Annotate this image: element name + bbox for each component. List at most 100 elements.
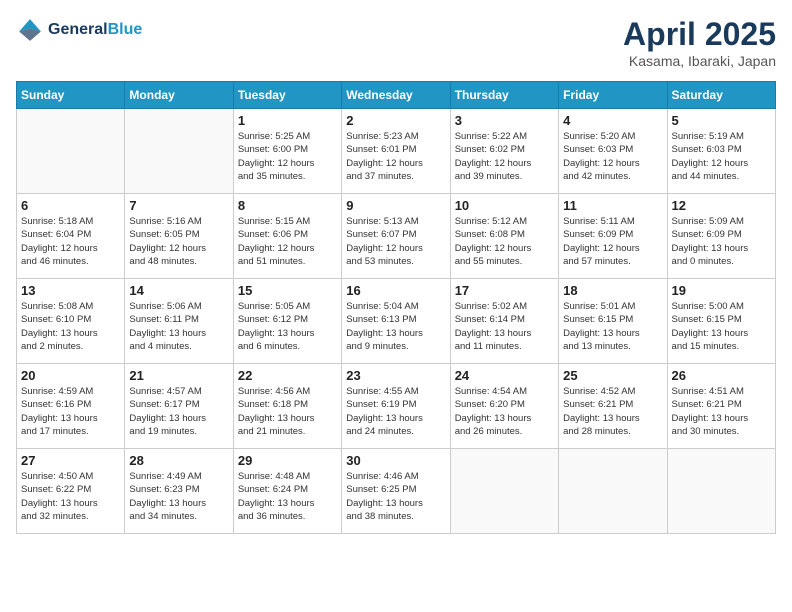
calendar-cell: 7 Sunrise: 5:16 AM Sunset: 6:05 PM Daylig… bbox=[125, 194, 233, 279]
weekday-header-tuesday: Tuesday bbox=[233, 82, 341, 109]
day-number: 16 bbox=[346, 283, 445, 298]
page-header: GeneralBlue April 2025 Kasama, Ibaraki, … bbox=[16, 16, 776, 69]
calendar-cell: 28Sunrise: 4:49 AM Sunset: 6:23 PM Dayli… bbox=[125, 449, 233, 534]
calendar-cell: 20 Sunrise: 4:59 AM Sunset: 6:16 PM Dayli… bbox=[17, 364, 125, 449]
calendar-cell: 17Sunrise: 5:02 AM Sunset: 6:14 PM Dayli… bbox=[450, 279, 558, 364]
calendar-cell: 29 Sunrise: 4:48 AM Sunset: 6:24 PM Dayli… bbox=[233, 449, 341, 534]
day-info: Sunrise: 5:04 AM Sunset: 6:13 PM Dayligh… bbox=[346, 300, 445, 353]
day-number: 14 bbox=[129, 283, 228, 298]
day-info: Sunrise: 5:01 AM Sunset: 6:15 PM Dayligh… bbox=[563, 300, 662, 353]
day-number: 25 bbox=[563, 368, 662, 383]
day-info: Sunrise: 4:52 AM Sunset: 6:21 PM Dayligh… bbox=[563, 385, 662, 438]
day-number: 15 bbox=[238, 283, 337, 298]
calendar-table: SundayMondayTuesdayWednesdayThursdayFrid… bbox=[16, 81, 776, 534]
day-number: 9 bbox=[346, 198, 445, 213]
day-number: 11 bbox=[563, 198, 662, 213]
day-info: Sunrise: 5:15 AM Sunset: 6:06 PM Dayligh… bbox=[238, 215, 337, 268]
calendar-cell: 21 Sunrise: 4:57 AM Sunset: 6:17 PM Dayli… bbox=[125, 364, 233, 449]
calendar-cell: 27Sunrise: 4:50 AM Sunset: 6:22 PM Dayli… bbox=[17, 449, 125, 534]
calendar-cell bbox=[450, 449, 558, 534]
day-info: Sunrise: 5:11 AM Sunset: 6:09 PM Dayligh… bbox=[563, 215, 662, 268]
day-number: 2 bbox=[346, 113, 445, 128]
week-row-4: 20 Sunrise: 4:59 AM Sunset: 6:16 PM Dayli… bbox=[17, 364, 776, 449]
calendar-cell: 3 Sunrise: 5:22 AM Sunset: 6:02 PM Daylig… bbox=[450, 109, 558, 194]
calendar-cell bbox=[125, 109, 233, 194]
month-title: April 2025 bbox=[623, 16, 776, 53]
day-number: 1 bbox=[238, 113, 337, 128]
day-number: 23 bbox=[346, 368, 445, 383]
calendar-cell: 11 Sunrise: 5:11 AM Sunset: 6:09 PM Dayli… bbox=[559, 194, 667, 279]
day-info: Sunrise: 4:54 AM Sunset: 6:20 PM Dayligh… bbox=[455, 385, 554, 438]
day-info: Sunrise: 4:46 AM Sunset: 6:25 PM Dayligh… bbox=[346, 470, 445, 523]
calendar-cell: 2 Sunrise: 5:23 AM Sunset: 6:01 PM Daylig… bbox=[342, 109, 450, 194]
calendar-cell bbox=[559, 449, 667, 534]
day-info: Sunrise: 5:06 AM Sunset: 6:11 PM Dayligh… bbox=[129, 300, 228, 353]
logo-icon bbox=[16, 16, 44, 44]
calendar-cell: 14 Sunrise: 5:06 AM Sunset: 6:11 PM Dayli… bbox=[125, 279, 233, 364]
calendar-cell: 25 Sunrise: 4:52 AM Sunset: 6:21 PM Dayli… bbox=[559, 364, 667, 449]
day-number: 3 bbox=[455, 113, 554, 128]
calendar-cell: 13 Sunrise: 5:08 AM Sunset: 6:10 PM Dayli… bbox=[17, 279, 125, 364]
day-info: Sunrise: 5:18 AM Sunset: 6:04 PM Dayligh… bbox=[21, 215, 120, 268]
weekday-header-sunday: Sunday bbox=[17, 82, 125, 109]
day-number: 20 bbox=[21, 368, 120, 383]
calendar-cell: 22Sunrise: 4:56 AM Sunset: 6:18 PM Dayli… bbox=[233, 364, 341, 449]
day-number: 8 bbox=[238, 198, 337, 213]
day-info: Sunrise: 4:48 AM Sunset: 6:24 PM Dayligh… bbox=[238, 470, 337, 523]
day-info: Sunrise: 5:22 AM Sunset: 6:02 PM Dayligh… bbox=[455, 130, 554, 183]
day-number: 21 bbox=[129, 368, 228, 383]
weekday-header-wednesday: Wednesday bbox=[342, 82, 450, 109]
calendar-cell: 6 Sunrise: 5:18 AM Sunset: 6:04 PM Daylig… bbox=[17, 194, 125, 279]
day-info: Sunrise: 5:16 AM Sunset: 6:05 PM Dayligh… bbox=[129, 215, 228, 268]
calendar-cell bbox=[667, 449, 775, 534]
calendar-cell: 4Sunrise: 5:20 AM Sunset: 6:03 PM Daylig… bbox=[559, 109, 667, 194]
day-number: 12 bbox=[672, 198, 771, 213]
calendar-cell: 18Sunrise: 5:01 AM Sunset: 6:15 PM Dayli… bbox=[559, 279, 667, 364]
calendar-cell: 10Sunrise: 5:12 AM Sunset: 6:08 PM Dayli… bbox=[450, 194, 558, 279]
day-info: Sunrise: 5:08 AM Sunset: 6:10 PM Dayligh… bbox=[21, 300, 120, 353]
day-number: 30 bbox=[346, 453, 445, 468]
day-info: Sunrise: 5:05 AM Sunset: 6:12 PM Dayligh… bbox=[238, 300, 337, 353]
logo-text: GeneralBlue bbox=[48, 21, 142, 39]
weekday-header-monday: Monday bbox=[125, 82, 233, 109]
day-number: 28 bbox=[129, 453, 228, 468]
calendar-cell: 23 Sunrise: 4:55 AM Sunset: 6:19 PM Dayli… bbox=[342, 364, 450, 449]
calendar-cell: 26Sunrise: 4:51 AM Sunset: 6:21 PM Dayli… bbox=[667, 364, 775, 449]
day-number: 7 bbox=[129, 198, 228, 213]
day-info: Sunrise: 5:02 AM Sunset: 6:14 PM Dayligh… bbox=[455, 300, 554, 353]
day-number: 27 bbox=[21, 453, 120, 468]
day-info: Sunrise: 5:13 AM Sunset: 6:07 PM Dayligh… bbox=[346, 215, 445, 268]
calendar-cell: 8 Sunrise: 5:15 AM Sunset: 6:06 PM Daylig… bbox=[233, 194, 341, 279]
title-block: April 2025 Kasama, Ibaraki, Japan bbox=[623, 16, 776, 69]
week-row-1: 1 Sunrise: 5:25 AM Sunset: 6:00 PM Daylig… bbox=[17, 109, 776, 194]
day-number: 4 bbox=[563, 113, 662, 128]
weekday-header-saturday: Saturday bbox=[667, 82, 775, 109]
day-info: Sunrise: 4:55 AM Sunset: 6:19 PM Dayligh… bbox=[346, 385, 445, 438]
day-info: Sunrise: 4:57 AM Sunset: 6:17 PM Dayligh… bbox=[129, 385, 228, 438]
weekday-header-friday: Friday bbox=[559, 82, 667, 109]
day-info: Sunrise: 5:00 AM Sunset: 6:15 PM Dayligh… bbox=[672, 300, 771, 353]
calendar-cell bbox=[17, 109, 125, 194]
week-row-3: 13 Sunrise: 5:08 AM Sunset: 6:10 PM Dayli… bbox=[17, 279, 776, 364]
day-number: 24 bbox=[455, 368, 554, 383]
calendar-cell: 30 Sunrise: 4:46 AM Sunset: 6:25 PM Dayli… bbox=[342, 449, 450, 534]
day-number: 29 bbox=[238, 453, 337, 468]
weekday-header-thursday: Thursday bbox=[450, 82, 558, 109]
day-info: Sunrise: 5:25 AM Sunset: 6:00 PM Dayligh… bbox=[238, 130, 337, 183]
day-info: Sunrise: 5:23 AM Sunset: 6:01 PM Dayligh… bbox=[346, 130, 445, 183]
calendar-cell: 24 Sunrise: 4:54 AM Sunset: 6:20 PM Dayli… bbox=[450, 364, 558, 449]
logo: GeneralBlue bbox=[16, 16, 142, 44]
calendar-cell: 5 Sunrise: 5:19 AM Sunset: 6:03 PM Daylig… bbox=[667, 109, 775, 194]
day-number: 6 bbox=[21, 198, 120, 213]
week-row-5: 27Sunrise: 4:50 AM Sunset: 6:22 PM Dayli… bbox=[17, 449, 776, 534]
day-info: Sunrise: 4:59 AM Sunset: 6:16 PM Dayligh… bbox=[21, 385, 120, 438]
day-info: Sunrise: 5:19 AM Sunset: 6:03 PM Dayligh… bbox=[672, 130, 771, 183]
day-number: 13 bbox=[21, 283, 120, 298]
weekday-header-row: SundayMondayTuesdayWednesdayThursdayFrid… bbox=[17, 82, 776, 109]
calendar-cell: 9 Sunrise: 5:13 AM Sunset: 6:07 PM Daylig… bbox=[342, 194, 450, 279]
day-info: Sunrise: 4:56 AM Sunset: 6:18 PM Dayligh… bbox=[238, 385, 337, 438]
location-title: Kasama, Ibaraki, Japan bbox=[623, 53, 776, 69]
day-number: 26 bbox=[672, 368, 771, 383]
day-info: Sunrise: 5:09 AM Sunset: 6:09 PM Dayligh… bbox=[672, 215, 771, 268]
day-number: 5 bbox=[672, 113, 771, 128]
